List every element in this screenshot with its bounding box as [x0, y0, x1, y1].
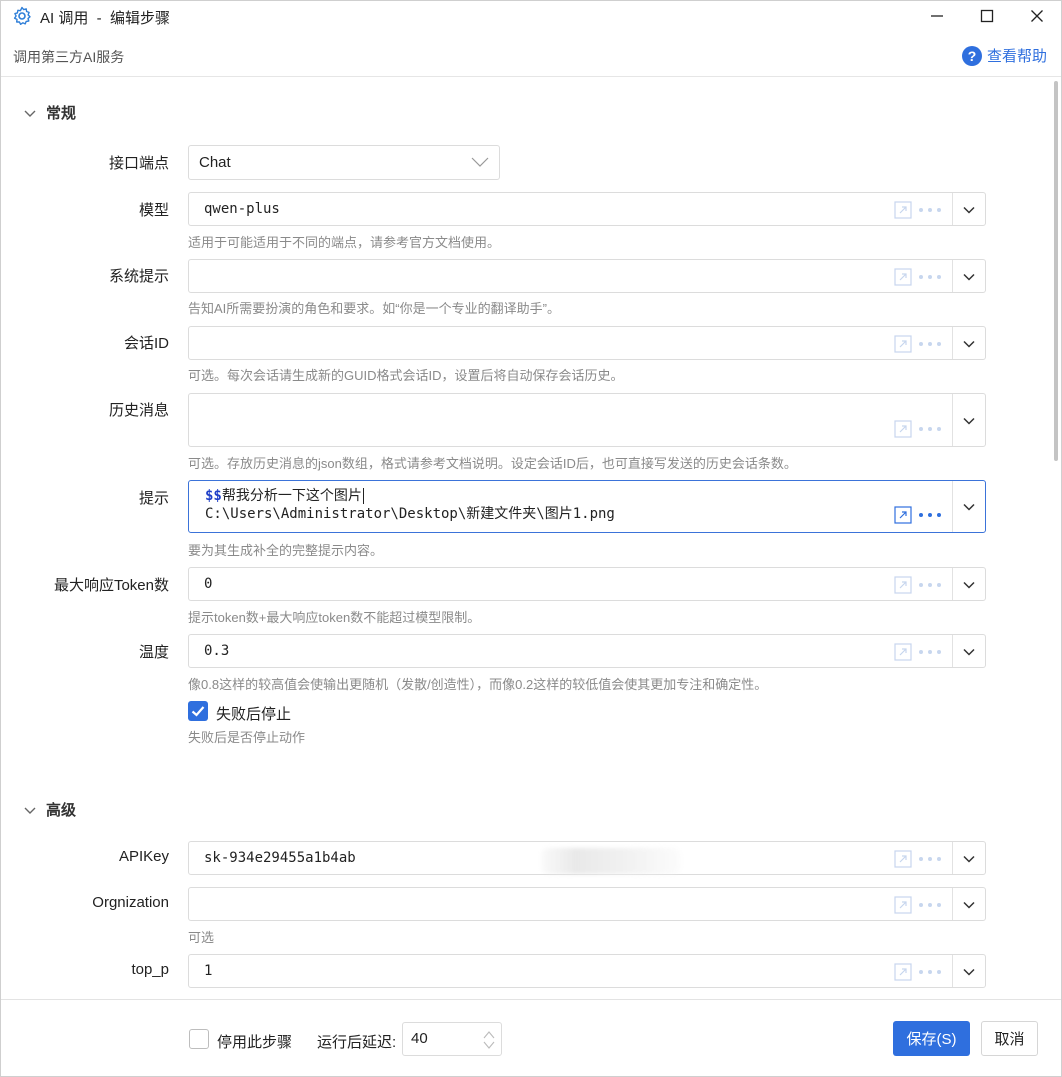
section-general-header[interactable]: 常规: [23, 102, 76, 123]
disable-step-checkbox[interactable]: [189, 1029, 209, 1049]
chevron-down-icon: [471, 157, 489, 167]
temperature-field[interactable]: 0.3: [188, 634, 986, 668]
more-options-icon[interactable]: [919, 902, 941, 908]
session-id-label: 会话ID: [123, 335, 169, 352]
chevron-down-icon[interactable]: [963, 501, 975, 513]
vertical-scrollbar[interactable]: [1054, 81, 1058, 461]
model-hint: 适用于可能适用于不同的端点，请参考官方文档使用。: [188, 235, 501, 250]
delay-input[interactable]: 40: [402, 1022, 502, 1056]
stop-on-fail-label[interactable]: 失败后停止: [216, 703, 291, 724]
more-options-icon[interactable]: [919, 426, 941, 432]
temperature-value: 0.3: [204, 643, 230, 659]
expand-icon[interactable]: [894, 335, 912, 353]
system-prompt-hint: 告知AI所需要扮演的角色和要求。如“你是一个专业的翻译助手”。: [188, 301, 560, 316]
section-advanced-title: 高级: [46, 802, 77, 819]
stop-on-fail-hint: 失败后是否停止动作: [188, 730, 306, 745]
max-tokens-value: 0: [204, 576, 213, 592]
organization-label: Orgnization: [92, 894, 169, 911]
prompt-variable-token: $$: [205, 488, 222, 504]
spinner-arrows-icon[interactable]: [483, 1029, 495, 1051]
max-tokens-field[interactable]: 0: [188, 567, 986, 601]
form-scroll-area[interactable]: 常规 接口端点 Chat 模型 qwen-plus 适用于可能适用于不同的端点，…: [1, 1, 1061, 998]
history-label: 历史消息: [108, 402, 169, 419]
model-field[interactable]: qwen-plus: [188, 192, 986, 226]
prompt-hint: 要为其生成补全的完整提示内容。: [188, 543, 384, 558]
more-options-icon[interactable]: [919, 341, 941, 347]
more-options-icon[interactable]: [919, 207, 941, 213]
system-prompt-field[interactable]: [188, 259, 986, 293]
chevron-down-icon[interactable]: [963, 579, 975, 591]
section-general-title: 常规: [46, 105, 77, 122]
chevron-down-icon[interactable]: [963, 415, 975, 427]
checkmark-icon: [191, 706, 205, 717]
session-id-field[interactable]: [188, 326, 986, 360]
chevron-down-icon[interactable]: [963, 966, 975, 978]
model-value: qwen-plus: [204, 201, 280, 217]
history-field[interactable]: [188, 393, 986, 447]
organization-hint: 可选: [188, 930, 215, 945]
top-p-label: top_p: [131, 961, 169, 978]
prompt-text[interactable]: $$帮我分析一下这个图片 C:\Users\Administrator\Desk…: [205, 487, 615, 523]
chevron-down-icon[interactable]: [963, 646, 975, 658]
chevron-down-icon: [24, 110, 36, 117]
expand-icon[interactable]: [894, 576, 912, 594]
expand-icon[interactable]: [894, 643, 912, 661]
session-id-hint: 可选。每次会话请生成新的GUID格式会话ID，设置后将自动保存会话历史。: [188, 368, 624, 383]
chevron-down-icon: [24, 807, 36, 814]
cancel-button[interactable]: 取消: [981, 1021, 1038, 1056]
temperature-label: 温度: [138, 644, 169, 661]
expand-icon[interactable]: [894, 850, 912, 868]
api-key-value: sk-934e29455a1b4ab: [204, 850, 356, 866]
api-key-label: APIKey: [118, 848, 169, 865]
expand-icon[interactable]: [894, 963, 912, 981]
prompt-label: 提示: [138, 490, 169, 507]
more-options-icon[interactable]: [919, 582, 941, 588]
more-options-icon[interactable]: [919, 856, 941, 862]
endpoint-label: 接口端点: [108, 155, 169, 172]
disable-step-label[interactable]: 停用此步骤: [217, 1031, 292, 1052]
system-prompt-label: 系统提示: [108, 268, 169, 285]
chevron-down-icon[interactable]: [963, 853, 975, 865]
max-tokens-label: 最大响应Token数: [53, 577, 169, 594]
text-cursor: [362, 488, 364, 504]
dialog-footer: 停用此步骤 运行后延迟: 40 保存(S) 取消: [1, 999, 1061, 1076]
chevron-down-icon[interactable]: [963, 204, 975, 216]
endpoint-select[interactable]: Chat: [188, 145, 500, 180]
more-options-icon[interactable]: [919, 969, 941, 975]
section-advanced-header[interactable]: 高级: [23, 799, 76, 820]
organization-field[interactable]: [188, 887, 986, 921]
chevron-down-icon[interactable]: [963, 899, 975, 911]
prompt-field[interactable]: $$帮我分析一下这个图片 C:\Users\Administrator\Desk…: [188, 480, 986, 533]
prompt-line-2: C:\Users\Administrator\Desktop\新建文件夹\图片1…: [205, 506, 615, 522]
top-p-field[interactable]: 1: [188, 954, 986, 988]
delay-label: 运行后延迟:: [317, 1034, 397, 1051]
expand-icon[interactable]: [894, 201, 912, 219]
expand-icon[interactable]: [894, 896, 912, 914]
expand-icon[interactable]: [894, 420, 912, 438]
stop-on-fail-checkbox[interactable]: [188, 701, 208, 721]
more-options-icon[interactable]: [919, 274, 941, 280]
dialog-window: AI 调用 - 编辑步骤 调用第三方AI服务 ? 查看帮助 常规 接口端点 Ch…: [0, 0, 1062, 1077]
max-tokens-hint: 提示token数+最大响应token数不能超过模型限制。: [188, 610, 481, 625]
delay-value: 40: [411, 1030, 428, 1047]
redaction-mask: [541, 848, 681, 874]
chevron-down-icon[interactable]: [963, 338, 975, 350]
temperature-hint: 像0.8这样的较高值会使输出更随机（发散/创造性），而像0.2这样的较低值会使其…: [188, 677, 768, 692]
api-key-field[interactable]: sk-934e29455a1b4ab: [188, 841, 986, 875]
save-button[interactable]: 保存(S): [893, 1021, 970, 1056]
endpoint-value: Chat: [199, 154, 231, 171]
chevron-down-icon[interactable]: [963, 271, 975, 283]
model-label: 模型: [138, 202, 169, 219]
expand-icon[interactable]: [894, 268, 912, 286]
history-hint: 可选。存放历史消息的json数组，格式请参考文档说明。设定会话ID后，也可直接写…: [188, 456, 797, 471]
expand-icon[interactable]: [894, 506, 912, 524]
more-options-icon[interactable]: [919, 512, 941, 518]
more-options-icon[interactable]: [919, 649, 941, 655]
prompt-line-1: 帮我分析一下这个图片: [221, 488, 362, 504]
top-p-value: 1: [204, 963, 213, 979]
